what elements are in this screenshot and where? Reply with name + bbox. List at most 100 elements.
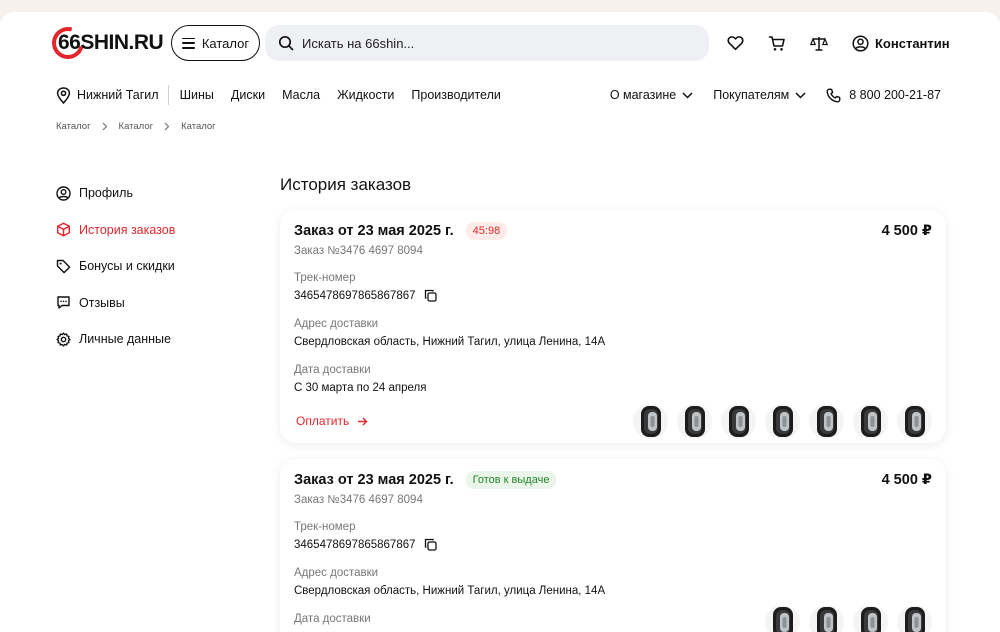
main-nav: Нижний Тагил Шины Диски Масла Жидкости П… [0,84,1000,106]
tire-thumbnail[interactable] [721,404,756,439]
page: 66SHIN.RU Каталог Константин Ниж [0,12,1000,632]
tire-thumbnail[interactable] [853,605,888,632]
breadcrumb-item[interactable]: Каталог [56,121,91,132]
sidebar-item-reviews[interactable]: Отзывы [56,294,256,312]
nav-left: Нижний Тагил Шины Диски Масла Жидкости П… [56,84,518,106]
track-number: 3465478697865867867 [294,538,416,551]
copy-icon[interactable] [424,538,437,551]
tire-icon [904,406,925,437]
buyers-dropdown[interactable]: Покупателям [713,88,806,102]
tire-icon [728,406,749,437]
search-input[interactable] [302,35,682,51]
breadcrumb: Каталог Каталог Каталог [56,121,216,132]
menu-icon [181,37,195,49]
tire-icon [640,406,661,437]
about-dropdown[interactable]: О магазине [610,88,693,102]
breadcrumb-item[interactable]: Каталог [119,121,154,132]
tire-icon [860,607,881,632]
user-menu[interactable]: Константин [852,34,950,52]
catalog-button[interactable]: Каталог [171,25,260,61]
compare-button[interactable] [810,34,828,52]
address-value: Свердловская область, Нижний Тагил, улиц… [294,336,606,348]
sidebar-item-label: Отзывы [79,295,125,310]
phone-link[interactable]: 8 800 200-21-87 [826,88,941,103]
sidebar-item-label: Профиль [79,186,133,200]
tire-thumbnail[interactable] [765,404,800,439]
tire-icon [772,607,793,632]
tire-thumbnail[interactable] [897,605,932,632]
tire-thumbnail[interactable] [897,404,932,439]
gear-icon [56,331,71,347]
tire-icon [816,607,837,632]
nav-link-manufacturers[interactable]: Производители [411,88,500,102]
nav-link-wheels[interactable]: Диски [231,88,265,102]
chevron-right-icon [164,122,170,131]
user-icon [56,185,71,201]
about-dropdown-label: О магазине [609,88,677,102]
tire-thumbnail[interactable] [633,404,668,439]
arrow-right-icon [358,417,368,425]
order-header: Заказ от 23 мая 2025 г. 45:98 [294,222,508,240]
tire-thumbnail[interactable] [809,605,844,632]
track-row: 3465478697865867867 [294,538,437,551]
logo-text: 66SHIN.RU [58,31,164,54]
delivery-date-value: С 30 марта по 24 апреля [294,382,427,394]
city-selector[interactable]: Нижний Тагил [56,85,169,105]
sidebar-item-orders[interactable]: История заказов [56,221,256,239]
nav-link-fluids[interactable]: Жидкости [337,88,394,102]
breadcrumb-item[interactable]: Каталог [181,121,216,132]
header: 66SHIN.RU Каталог Константин [0,12,1000,72]
user-icon [852,34,869,52]
sidebar-item-label: Личные данные [79,332,171,346]
address-label: Адрес доставки [294,318,379,330]
address-value: Свердловская область, Нижний Тагил, улиц… [294,585,606,597]
tire-thumbnail[interactable] [809,404,844,439]
nav-link-tires[interactable]: Шины [180,88,214,102]
phone-icon [826,88,841,102]
sidebar-item-bonuses[interactable]: Бонусы и скидки [56,257,256,275]
heart-icon [726,36,744,51]
copy-icon[interactable] [424,289,437,302]
order-card: Заказ от 23 мая 2025 г. 45:98 Заказ №347… [280,210,946,443]
tire-icon [904,607,925,632]
order-card: Заказ от 23 мая 2025 г. Готов к выдаче З… [280,459,946,632]
search-icon [278,35,294,51]
tire-thumbnail[interactable] [765,605,800,632]
status-badge: Готов к выдаче [465,471,557,489]
sidebar-item-personal-data[interactable]: Личные данные [56,330,256,348]
order-title: Заказ от 23 мая 2025 г. [294,472,454,488]
order-header: Заказ от 23 мая 2025 г. Готов к выдаче [294,471,557,489]
track-label: Трек-номер [294,272,356,284]
order-price: 4 500 ₽ [881,472,932,488]
pay-link[interactable]: Оплатить [296,414,368,428]
order-number: Заказ №3476 4697 8094 [294,245,423,257]
pay-link-label: Оплатить [296,414,350,428]
address-label: Адрес доставки [294,567,379,579]
user-name: Константин [875,35,950,51]
order-products [633,404,932,439]
catalog-button-label: Каталог [201,35,250,51]
delivery-date-label: Дата доставки [294,613,371,625]
city-name: Нижний Тагил [77,88,159,102]
order-number: Заказ №3476 4697 8094 [294,494,423,506]
nav-link-oils[interactable]: Масла [282,88,320,102]
location-pin-icon [56,86,71,104]
buyers-dropdown-label: Покупателям [713,88,790,102]
phone-number: 8 800 200-21-87 [849,88,941,102]
sidebar-item-label: История заказов [79,222,176,237]
tire-thumbnail[interactable] [853,404,888,439]
cart-button[interactable] [768,34,786,52]
delivery-date-label: Дата доставки [294,364,371,376]
order-price: 4 500 ₽ [881,223,932,239]
tire-thumbnail[interactable] [677,404,712,439]
search-bar[interactable] [265,25,709,61]
sidebar-item-label: Бонусы и скидки [79,259,175,273]
favorites-button[interactable] [726,34,744,52]
logo[interactable]: 66SHIN.RU [46,21,164,65]
sidebar-item-profile[interactable]: Профиль [56,184,256,202]
order-title: Заказ от 23 мая 2025 г. [294,223,454,239]
nav-right: О магазине Покупателям 8 800 200-21-87 [610,84,941,106]
page-title: История заказов [280,175,412,194]
chevron-down-icon [682,91,693,99]
cart-icon [768,35,785,51]
